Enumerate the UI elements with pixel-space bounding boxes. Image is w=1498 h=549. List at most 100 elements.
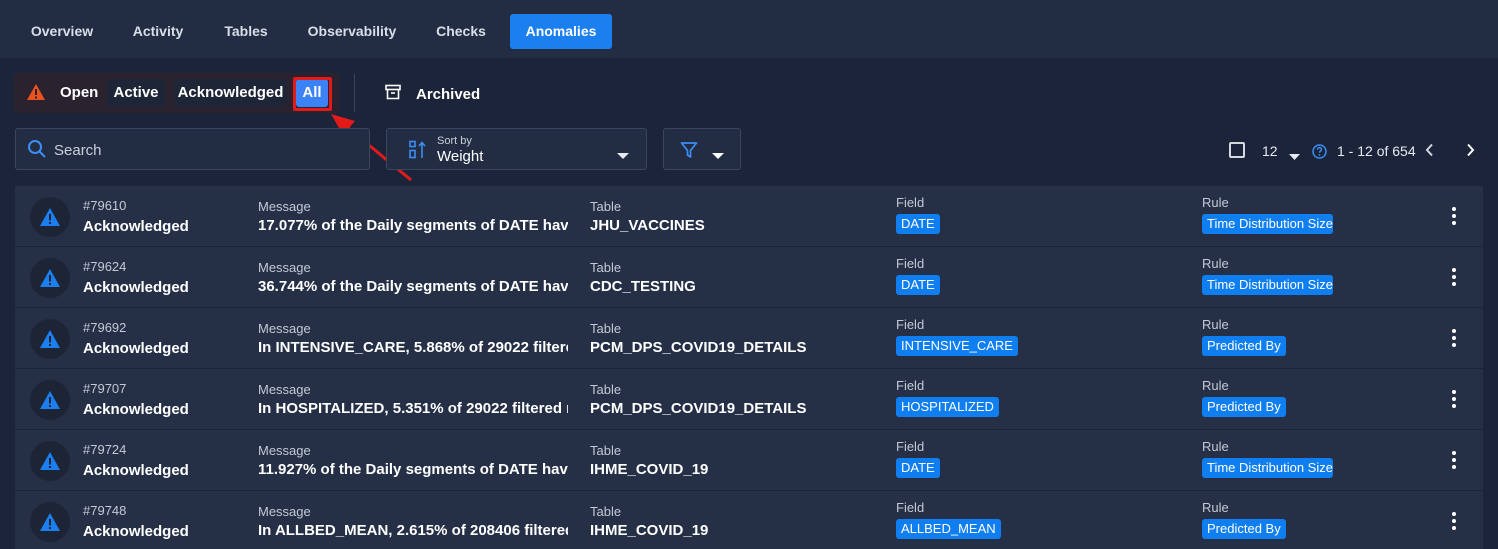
field-caption: Field xyxy=(896,195,925,210)
kebab-menu-icon[interactable] xyxy=(1451,206,1457,231)
warning-triangle-icon xyxy=(40,513,60,531)
table-caption: Table xyxy=(590,504,622,519)
warning-triangle-icon xyxy=(40,330,60,348)
sort-select[interactable]: Sort by Weight xyxy=(386,128,647,170)
chevron-left-icon[interactable] xyxy=(1425,143,1435,162)
anomaly-message: 36.744% of the Daily segments of DATE ha… xyxy=(258,278,568,295)
anomaly-id: #79748 xyxy=(83,503,127,518)
anomaly-message: In ALLBED_MEAN, 2.615% of 208406 filtere… xyxy=(258,522,568,539)
field-caption: Field xyxy=(896,439,925,454)
message-caption: Message xyxy=(258,321,311,336)
field-badge: DATE xyxy=(896,214,940,234)
anomaly-table: PCM_DPS_COVID19_DETAILS xyxy=(590,339,807,356)
sort-value: Weight xyxy=(437,148,484,165)
table-caption: Table xyxy=(590,321,622,336)
rule-caption: Rule xyxy=(1202,500,1229,515)
list-item[interactable]: #79724 Acknowledged Message 11.927% of t… xyxy=(15,430,1483,491)
page-size-select[interactable]: 12 xyxy=(1262,143,1278,159)
avatar xyxy=(30,319,70,359)
rule-badge: Predicted By xyxy=(1202,397,1286,417)
anomaly-table: IHME_COVID_19 xyxy=(590,461,709,478)
page-range: 1 - 12 of 654 xyxy=(1337,143,1416,159)
anomaly-message: In HOSPITALIZED, 5.351% of 29022 filtere… xyxy=(258,400,568,417)
search-box[interactable] xyxy=(15,128,370,170)
kebab-menu-icon[interactable] xyxy=(1451,389,1457,414)
warning-triangle-icon xyxy=(40,269,60,287)
field-caption: Field xyxy=(896,378,925,393)
avatar xyxy=(30,502,70,542)
rule-badge: Predicted By xyxy=(1202,519,1286,539)
rule-badge: Predicted By xyxy=(1202,336,1286,356)
anomaly-id: #79624 xyxy=(83,259,127,274)
anomaly-status: Acknowledged xyxy=(83,401,189,418)
sort-caption: Sort by xyxy=(437,135,472,147)
avatar xyxy=(30,441,70,481)
list-item[interactable]: #79624 Acknowledged Message 36.744% of t… xyxy=(15,247,1483,308)
rule-caption: Rule xyxy=(1202,378,1229,393)
message-caption: Message xyxy=(258,382,311,397)
field-caption: Field xyxy=(896,500,925,515)
anomaly-status: Acknowledged xyxy=(83,462,189,479)
table-caption: Table xyxy=(590,443,622,458)
search-input[interactable] xyxy=(54,140,354,160)
message-caption: Message xyxy=(258,504,311,519)
rule-badge: Time Distribution Size xyxy=(1202,214,1333,234)
anomaly-message: In INTENSIVE_CARE, 5.868% of 29022 filte… xyxy=(258,339,568,356)
warning-triangle-icon xyxy=(40,391,60,409)
anomaly-table: IHME_COVID_19 xyxy=(590,522,709,539)
anomaly-table: CDC_TESTING xyxy=(590,278,696,295)
list-item[interactable]: #79707 Acknowledged Message In HOSPITALI… xyxy=(15,369,1483,430)
message-caption: Message xyxy=(258,443,311,458)
anomaly-id: #79692 xyxy=(83,320,127,335)
rule-badge: Time Distribution Size xyxy=(1202,275,1333,295)
chevron-right-icon[interactable] xyxy=(1465,143,1475,162)
warning-triangle-icon xyxy=(40,208,60,226)
avatar xyxy=(30,197,70,237)
kebab-menu-icon[interactable] xyxy=(1451,450,1457,475)
anomaly-table: PCM_DPS_COVID19_DETAILS xyxy=(590,400,807,417)
sort-arrows-icon xyxy=(408,140,428,165)
anomaly-message: 11.927% of the Daily segments of DATE ha… xyxy=(258,461,568,478)
anomaly-status: Acknowledged xyxy=(83,218,189,235)
field-badge: HOSPITALIZED xyxy=(896,397,999,417)
question-circle-icon[interactable] xyxy=(1312,144,1327,164)
rule-caption: Rule xyxy=(1202,439,1229,454)
rule-badge: Time Distribution Size xyxy=(1202,458,1333,478)
table-caption: Table xyxy=(590,199,622,214)
anomaly-list: #79610 Acknowledged Message 17.077% of t… xyxy=(15,186,1483,549)
field-caption: Field xyxy=(896,256,925,271)
anomaly-message: 17.077% of the Daily segments of DATE ha… xyxy=(258,217,568,234)
message-caption: Message xyxy=(258,199,311,214)
rule-caption: Rule xyxy=(1202,195,1229,210)
list-item[interactable]: #79610 Acknowledged Message 17.077% of t… xyxy=(15,186,1483,247)
kebab-menu-icon[interactable] xyxy=(1451,511,1457,536)
search-icon xyxy=(27,139,47,164)
anomaly-status: Acknowledged xyxy=(83,340,189,357)
list-item[interactable]: #79692 Acknowledged Message In INTENSIVE… xyxy=(15,308,1483,369)
kebab-menu-icon[interactable] xyxy=(1451,328,1457,353)
field-caption: Field xyxy=(896,317,925,332)
kebab-menu-icon[interactable] xyxy=(1451,267,1457,292)
rule-caption: Rule xyxy=(1202,256,1229,271)
field-badge: DATE xyxy=(896,275,940,295)
chevron-down-icon xyxy=(712,147,724,165)
chevron-down-icon xyxy=(617,147,629,165)
anomaly-status: Acknowledged xyxy=(83,523,189,540)
anomaly-id: #79724 xyxy=(83,442,127,457)
anomaly-status: Acknowledged xyxy=(83,279,189,296)
warning-triangle-icon xyxy=(40,452,60,470)
field-badge: DATE xyxy=(896,458,940,478)
avatar xyxy=(30,258,70,298)
field-badge: INTENSIVE_CARE xyxy=(896,336,1018,356)
select-all-checkbox[interactable] xyxy=(1229,142,1245,158)
filter-button[interactable] xyxy=(663,128,741,170)
funnel-icon xyxy=(680,141,698,164)
rule-caption: Rule xyxy=(1202,317,1229,332)
chevron-down-icon[interactable] xyxy=(1289,147,1300,165)
table-caption: Table xyxy=(590,260,622,275)
table-caption: Table xyxy=(590,382,622,397)
anomaly-id: #79610 xyxy=(83,198,127,213)
field-badge: ALLBED_MEAN xyxy=(896,519,1001,539)
list-item[interactable]: #79748 Acknowledged Message In ALLBED_ME… xyxy=(15,491,1483,549)
avatar xyxy=(30,380,70,420)
